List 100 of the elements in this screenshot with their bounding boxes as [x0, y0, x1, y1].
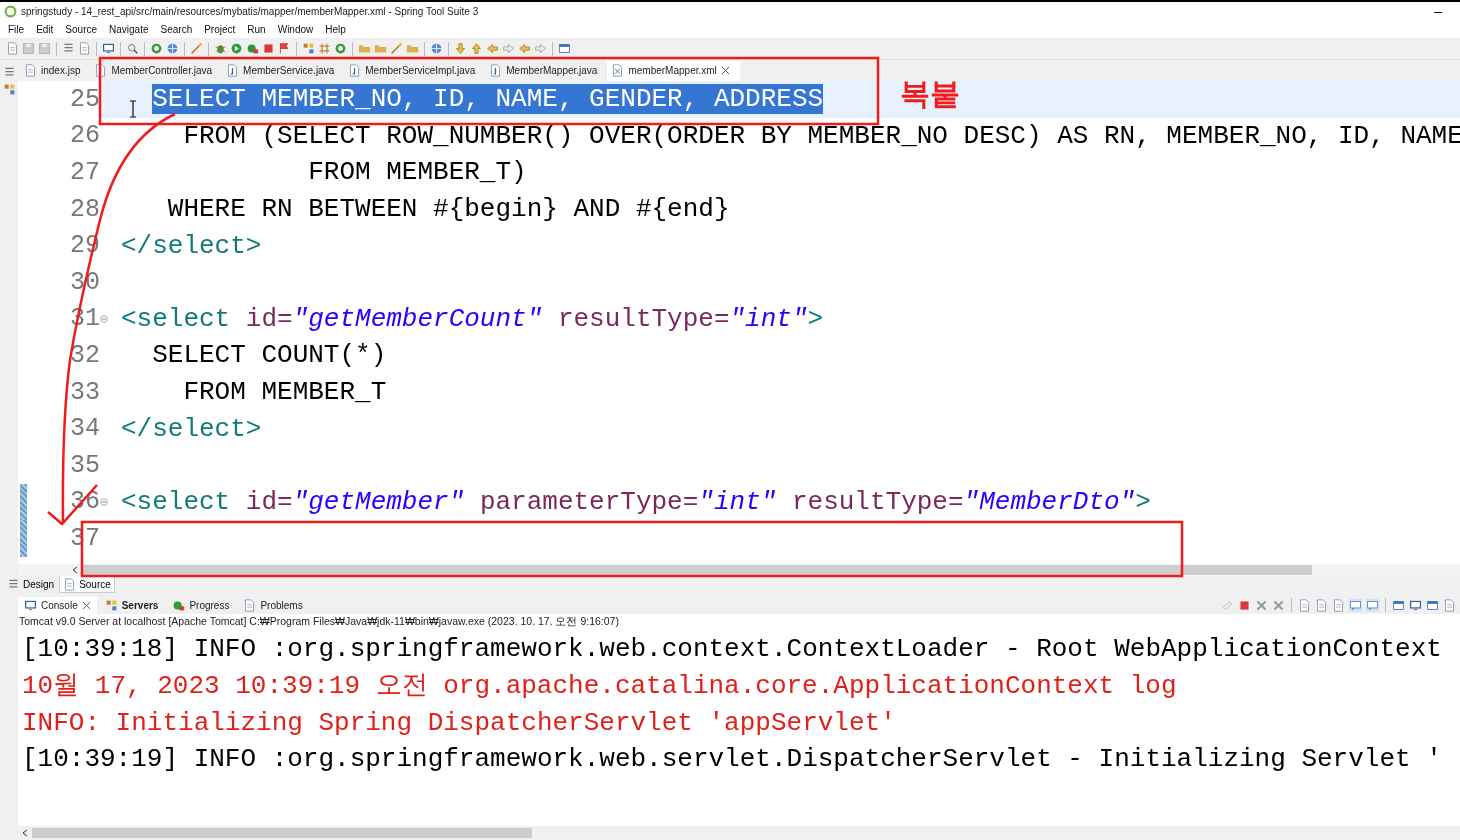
code-line: </select> [121, 230, 262, 261]
window-title: springstudy - 14_rest_api/src/main/resources/mybatis/mapper/memberMapper.xml - Spring Tool Suite 3 [21, 5, 480, 17]
java-file-icon [94, 64, 108, 77]
stop-icon[interactable] [1238, 598, 1251, 612]
view-tab[interactable]: Servers [98, 596, 165, 614]
flag-icon[interactable] [278, 42, 291, 55]
folder-icon[interactable] [374, 42, 387, 55]
menu-item[interactable]: File [2, 23, 31, 35]
code-line: </select> [121, 413, 262, 444]
monitor-icon[interactable] [102, 42, 115, 55]
arrow-up-icon[interactable] [470, 42, 483, 55]
java-file-icon [226, 64, 240, 77]
circle-icon[interactable] [334, 42, 347, 55]
line-number: 35 [70, 450, 100, 480]
menu-item[interactable]: Source [59, 23, 104, 35]
file-icon[interactable] [6, 42, 19, 55]
stop-icon[interactable] [262, 42, 275, 55]
line-number: 33 [70, 377, 100, 407]
close-icon[interactable] [81, 600, 91, 610]
view-tab[interactable]: Console [18, 596, 97, 614]
play-icon[interactable] [230, 42, 243, 55]
editor-tab[interactable]: memberMapper.xml [607, 61, 740, 81]
file-icon [24, 64, 37, 77]
code-line: <select id="getMemberCount" resultType="int"> [121, 303, 824, 334]
line-number: 34 [70, 414, 100, 444]
scroll-left-icon[interactable] [72, 566, 78, 574]
line-number: 27 [70, 158, 100, 187]
grid-icon[interactable] [2, 83, 16, 96]
editor-tab[interactable]: MemberService.java [222, 61, 345, 81]
fold-icon[interactable] [100, 497, 108, 506]
code-line: SELECT COUNT(*) [151, 340, 387, 371]
wand-icon[interactable] [390, 42, 403, 55]
editor-mode-tab[interactable]: Design [4, 576, 58, 593]
circle-icon[interactable] [150, 42, 163, 55]
arrow-left-icon[interactable] [518, 42, 531, 55]
minimize-button[interactable]: – [1420, 3, 1456, 19]
scrollbar-thumb[interactable] [32, 828, 532, 838]
menu-item[interactable]: Help [319, 23, 352, 35]
menu-item[interactable]: Project [198, 23, 242, 35]
grid-icon[interactable] [104, 598, 118, 612]
menu-item[interactable]: Window [271, 23, 320, 35]
close-icon[interactable] [720, 66, 730, 75]
window-icon[interactable] [1426, 598, 1439, 612]
editor-mode-tab[interactable]: Source [59, 576, 115, 593]
arrow-down-icon[interactable] [454, 42, 467, 55]
window-icon[interactable] [558, 42, 571, 55]
document-icon[interactable] [1298, 598, 1311, 612]
document-icon[interactable] [1315, 598, 1328, 612]
fold-icon[interactable] [100, 314, 108, 323]
code-line: FROM MEMBER_T [182, 377, 387, 408]
menu-item[interactable]: Search [154, 23, 199, 35]
menu-item[interactable]: Edit [30, 23, 60, 35]
editor-tab[interactable]: index.jsp [20, 61, 91, 81]
menu-item[interactable]: Navigate [103, 23, 155, 35]
globe-icon[interactable] [166, 42, 179, 55]
arrow-right-icon[interactable] [502, 42, 515, 55]
menu-item[interactable]: Run [241, 23, 272, 35]
view-tab[interactable]: Progress [166, 596, 236, 614]
bug-icon[interactable] [214, 42, 227, 55]
run-icon[interactable] [172, 598, 186, 612]
text-cursor-icon [129, 100, 137, 118]
document-icon[interactable] [243, 598, 257, 612]
cross-icon[interactable] [1272, 598, 1285, 612]
scrollbar-thumb[interactable] [82, 565, 1312, 575]
console-line: [10:39:19] INFO :org.springframework.web.servlet.DispatcherServlet - Initializing Servlet ' [22, 743, 1443, 777]
view-tab[interactable]: Problems [237, 596, 309, 614]
scroll-left-icon[interactable] [22, 829, 28, 837]
line-number: 32 [70, 340, 100, 370]
cross-icon[interactable] [1255, 598, 1268, 612]
folder-icon[interactable] [406, 42, 419, 55]
hash-icon[interactable] [318, 42, 331, 55]
run-icon[interactable] [246, 42, 259, 55]
document-icon[interactable] [1332, 598, 1345, 612]
editor-tab[interactable]: MemberController.java [90, 61, 223, 81]
monitor-icon[interactable] [24, 598, 37, 612]
wand-icon[interactable] [190, 42, 203, 55]
xml-file-icon [611, 64, 625, 77]
line-number: 25 [70, 84, 100, 114]
list-icon[interactable] [7, 578, 20, 591]
line-number: 28 [70, 194, 100, 224]
document-icon[interactable] [78, 42, 91, 55]
list-icon[interactable] [2, 66, 16, 79]
monitor-icon[interactable] [1409, 598, 1422, 612]
globe-icon[interactable] [430, 42, 443, 55]
chat-icon[interactable] [1349, 598, 1362, 612]
arrow-left-icon[interactable] [486, 42, 499, 55]
annotation-label: 복붙 [900, 75, 960, 113]
list-icon[interactable] [62, 42, 75, 55]
editor-tab[interactable]: MemberServiceImpl.java [344, 61, 486, 81]
window-icon[interactable] [1392, 598, 1405, 612]
java-file-icon [348, 64, 362, 77]
editor-tab[interactable]: MemberMapper.java [485, 61, 608, 81]
magnifier-icon[interactable] [126, 42, 139, 55]
document-icon[interactable] [1443, 598, 1456, 612]
code-line: <select id="getMember" parameterType="int" resultType="MemberDto"> [121, 486, 1151, 517]
folder-icon[interactable] [358, 42, 371, 55]
grid-icon[interactable] [302, 42, 315, 55]
console-line: 10월 17, 2023 10:39:19 오전 org.apache.catalina.core.ApplicationContext log [22, 669, 1178, 703]
arrow-right-icon[interactable] [534, 42, 547, 55]
chat-icon[interactable] [1366, 598, 1379, 612]
